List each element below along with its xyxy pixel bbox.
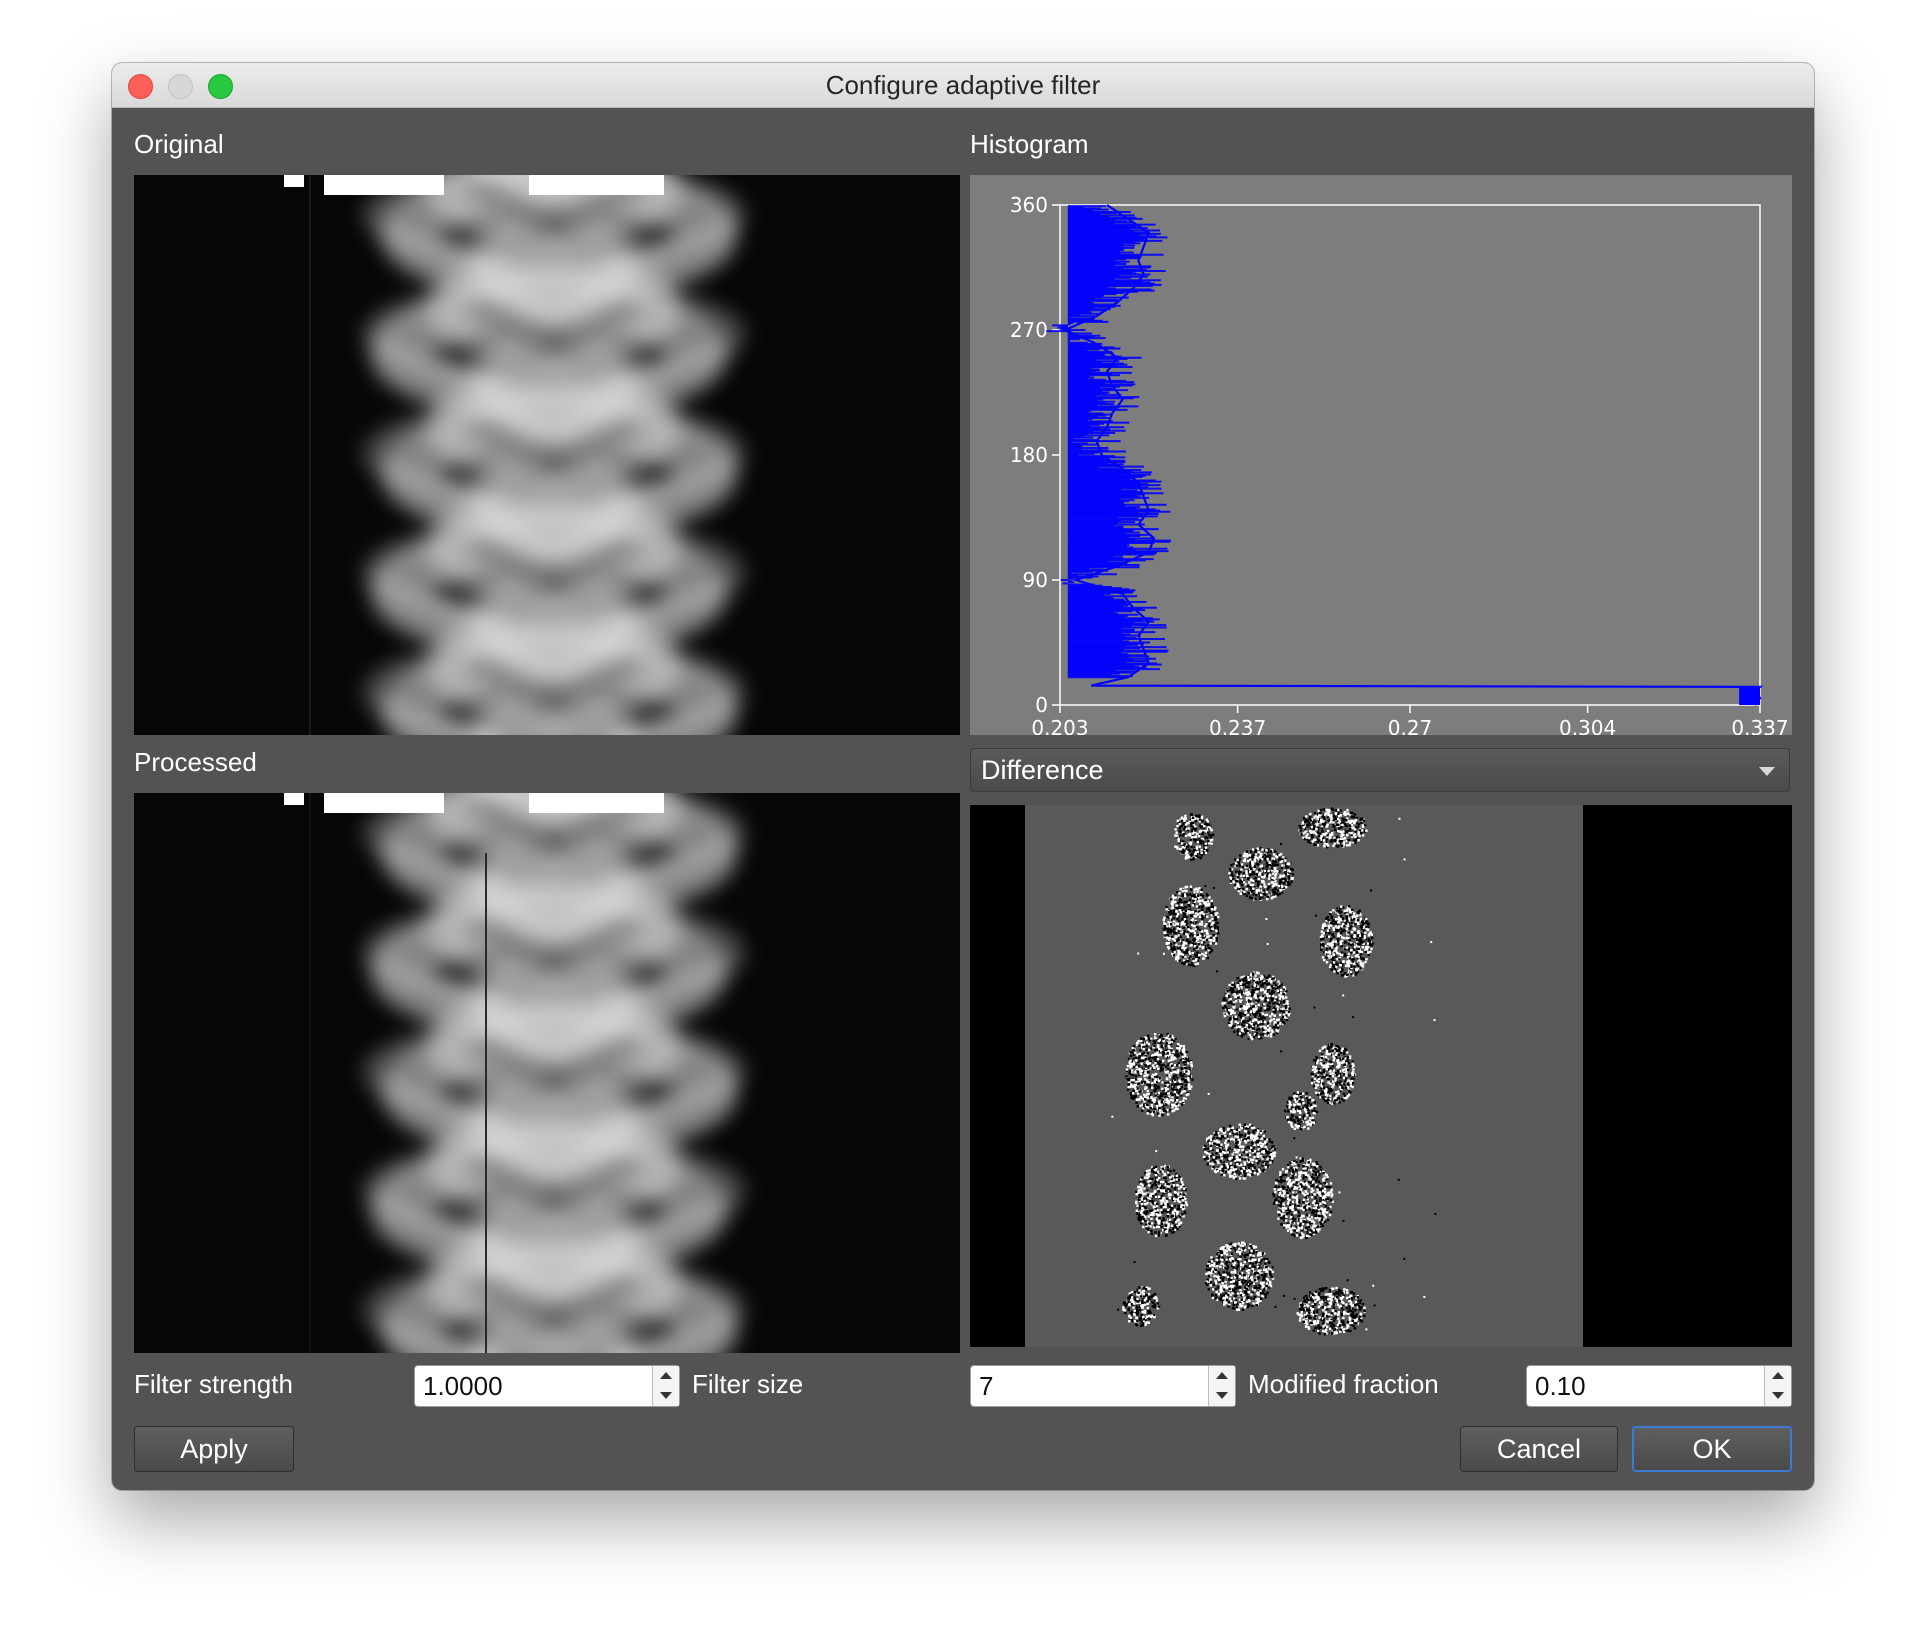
original-label: Original <box>134 129 224 159</box>
histogram-tail <box>1739 686 1760 705</box>
filter-strength-decrement-icon[interactable] <box>653 1386 679 1406</box>
filter-strength-increment-icon[interactable] <box>653 1366 679 1386</box>
filter-strength-stepper[interactable] <box>652 1366 679 1406</box>
filter-size-decrement-icon[interactable] <box>1209 1386 1235 1406</box>
filter-strength-input[interactable] <box>415 1366 653 1406</box>
view-mode-selected: Difference <box>981 755 1104 785</box>
y-tick-label: 0 <box>1035 693 1048 717</box>
histogram-plot: 0 90 180 270 360 0.203 0.237 0.27 0.304 0.337 <box>970 175 1792 740</box>
top-highlight <box>324 175 444 195</box>
difference-image <box>970 805 1792 1347</box>
filter-size-increment-icon[interactable] <box>1209 1366 1235 1386</box>
filter-size-spinbox[interactable] <box>970 1365 1236 1407</box>
view-mode-dropdown[interactable]: Difference <box>970 748 1790 792</box>
plot-frame <box>1059 204 1761 706</box>
modified-fraction-stepper[interactable] <box>1764 1366 1791 1406</box>
processed-label: Processed <box>134 747 257 777</box>
modified-fraction-input[interactable] <box>1527 1366 1765 1406</box>
histogram-series-line <box>1062 204 1764 706</box>
dropdown-arrow-icon <box>1759 767 1775 776</box>
top-highlight <box>529 175 664 195</box>
apply-button[interactable]: Apply <box>134 1426 294 1472</box>
sinogram-bands <box>362 793 746 1353</box>
modified-fraction-decrement-icon[interactable] <box>1765 1386 1791 1406</box>
histogram-label: Histogram <box>970 129 1089 159</box>
top-highlight <box>284 175 304 187</box>
processed-image <box>134 793 960 1353</box>
ok-button[interactable]: OK <box>1632 1426 1792 1472</box>
y-tick-label: 90 <box>1023 568 1048 592</box>
x-tick-label: 0.203 <box>1031 716 1088 735</box>
filter-size-input[interactable] <box>971 1366 1209 1406</box>
top-highlight <box>284 793 304 805</box>
x-tick-label: 0.237 <box>1209 716 1266 735</box>
dialog-window: Configure adaptive filter Original Histo… <box>112 63 1814 1490</box>
cancel-button[interactable]: Cancel <box>1460 1426 1618 1472</box>
top-highlight <box>324 793 444 813</box>
sinogram-bands <box>362 175 746 735</box>
window-title: Configure adaptive filter <box>825 70 1101 100</box>
y-tick-label: 360 <box>1010 193 1048 217</box>
modified-fraction-label: Modified fraction <box>1248 1369 1439 1399</box>
filter-size-stepper[interactable] <box>1208 1366 1235 1406</box>
y-tick-label: 270 <box>1010 318 1048 342</box>
title-bar[interactable]: Configure adaptive filter <box>112 63 1814 108</box>
y-tick-label: 180 <box>1010 443 1048 467</box>
x-tick-label: 0.337 <box>1731 716 1788 735</box>
filter-size-label: Filter size <box>692 1369 804 1399</box>
modified-fraction-increment-icon[interactable] <box>1765 1366 1791 1386</box>
x-tick-label: 0.304 <box>1559 716 1616 735</box>
original-image <box>134 175 960 735</box>
histogram-series-detail <box>1046 205 1172 679</box>
filter-strength-label: Filter strength <box>134 1369 293 1399</box>
top-highlight <box>529 793 664 813</box>
difference-field <box>1025 805 1583 1347</box>
filter-strength-spinbox[interactable] <box>414 1365 680 1407</box>
modified-fraction-spinbox[interactable] <box>1526 1365 1792 1407</box>
x-tick-label: 0.27 <box>1388 716 1433 735</box>
